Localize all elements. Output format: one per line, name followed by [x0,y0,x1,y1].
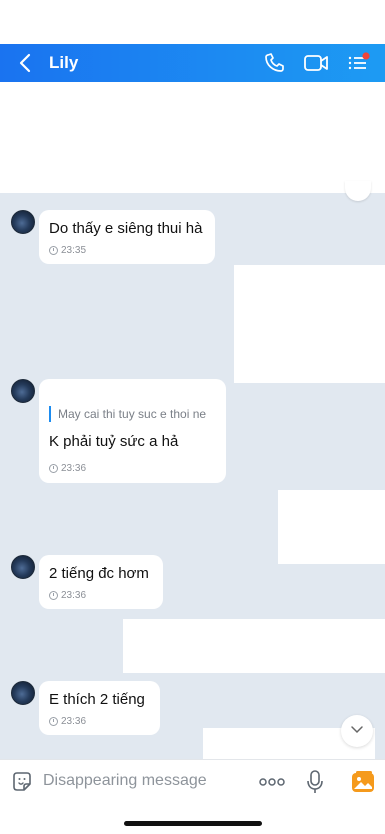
video-call-icon[interactable] [303,51,329,75]
contact-name[interactable]: Lily [49,53,78,73]
status-bar [0,0,385,44]
message-time: 23:35 [49,245,86,256]
microphone-icon[interactable] [305,769,325,795]
sticker-icon[interactable] [10,770,34,794]
message-bubble[interactable]: May cai thi tuy suc e thoi ne K phải tuỷ… [39,379,226,483]
redacted-block [278,490,385,564]
redacted-block [234,265,385,383]
gallery-icon[interactable] [351,770,375,794]
chat-area[interactable]: Do thấy e siêng thui hà 23:35 May cai th… [0,82,385,759]
chevron-down-icon [351,726,363,734]
message-input[interactable]: Disappearing message [43,772,207,790]
menu-list-icon[interactable] [346,51,372,75]
clock-icon [49,717,58,726]
clock-icon [49,591,58,600]
phone-call-icon[interactable] [262,51,288,75]
back-arrow-icon[interactable] [14,51,38,75]
message-time: 23:36 [49,590,86,601]
home-indicator [124,821,262,826]
message-bubble[interactable]: Do thấy e siêng thui hà 23:35 [39,210,215,264]
avatar[interactable] [11,555,35,579]
message-text: 2 tiếng đc hơm [49,565,149,582]
chat-header: Lily [0,44,385,82]
message-bubble[interactable]: 2 tiếng đc hơm 23:36 [39,555,163,609]
message-bubble[interactable]: E thích 2 tiếng 23:36 [39,681,160,735]
redacted-block [0,82,385,193]
clock-icon [49,246,58,255]
reaction-button[interactable] [345,181,371,201]
more-options-icon[interactable] [259,776,285,788]
message-text: Do thấy e siêng thui hà [49,220,203,237]
message-text: K phải tuỷ sức a hả [49,433,179,450]
clock-icon [49,464,58,473]
message-time: 23:36 [49,716,86,727]
scroll-down-button[interactable] [341,715,373,747]
avatar[interactable] [11,210,35,234]
message-text: E thích 2 tiếng [49,691,145,708]
message-time: 23:36 [49,463,86,474]
avatar[interactable] [11,379,35,403]
quoted-message[interactable]: May cai thi tuy suc e thoi ne [49,406,206,422]
redacted-block [123,619,385,673]
avatar[interactable] [11,681,35,705]
